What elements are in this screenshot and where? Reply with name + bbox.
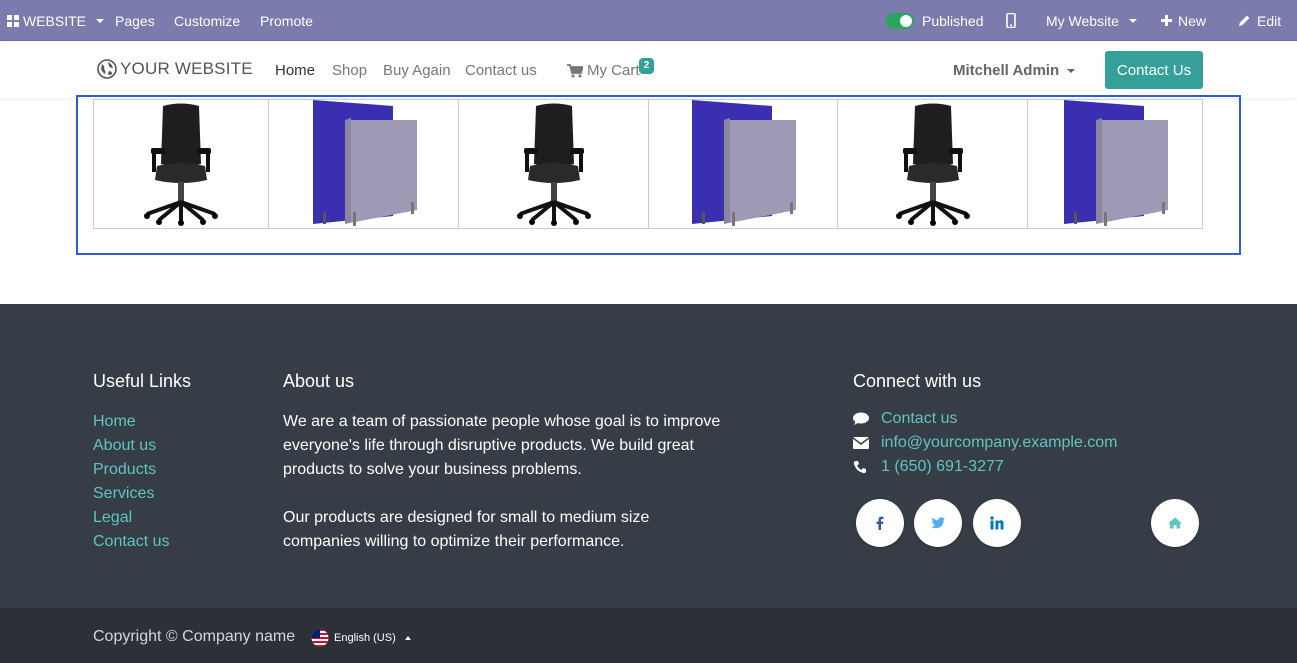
contact-row-email: info@yourcompany.example.com — [853, 434, 1118, 452]
home-button[interactable] — [1151, 499, 1199, 547]
office-chair-image — [516, 103, 591, 226]
phone-icon — [853, 460, 881, 474]
footer-contact-link[interactable]: Contact us — [881, 410, 957, 428]
contact-us-button[interactable]: Contact Us — [1105, 51, 1203, 89]
linkedin-button[interactable] — [973, 499, 1021, 547]
plus-icon — [1161, 15, 1172, 26]
published-label: Published — [922, 12, 984, 29]
published-toggle[interactable]: Published — [886, 0, 984, 41]
footer-link-services[interactable]: Services — [93, 482, 169, 506]
website-selector[interactable]: My Website — [1046, 0, 1137, 41]
globe-icon — [97, 59, 117, 79]
cart-count-badge: 2 — [639, 58, 654, 74]
about-paragraph-2: Our products are designed for small to m… — [283, 509, 650, 550]
website-selector-label: My Website — [1046, 12, 1119, 29]
office-partition-image — [312, 100, 417, 226]
menu-customize[interactable]: Customize — [174, 0, 240, 41]
footer-email-link[interactable]: info@yourcompany.example.com — [881, 434, 1118, 452]
facebook-button[interactable] — [856, 499, 904, 547]
admin-bar: WEBSITE Pages Customize Promote Publishe… — [0, 0, 1297, 41]
linkedin-icon — [990, 516, 1004, 530]
site-logo[interactable]: YOUR WEBSITE — [97, 59, 253, 79]
footer-link-products[interactable]: Products — [93, 458, 169, 482]
useful-links-title: Useful Links — [93, 371, 192, 391]
office-chair-image — [895, 103, 970, 226]
chevron-down-icon — [1128, 18, 1137, 23]
us-flag-icon — [311, 629, 329, 647]
language-label: English (US) — [334, 632, 396, 644]
office-chair-image — [144, 103, 218, 226]
product-card[interactable] — [1028, 100, 1202, 228]
comment-icon — [853, 412, 881, 426]
cart-icon — [567, 63, 583, 77]
logo-text: YOUR WEBSITE — [120, 59, 253, 78]
footer-link-legal[interactable]: Legal — [93, 506, 169, 530]
footer-link-contact-us[interactable]: Contact us — [93, 530, 169, 554]
cart-label: My Cart — [587, 62, 640, 79]
contact-row-contact: Contact us — [853, 410, 957, 428]
menu-promote[interactable]: Promote — [260, 0, 313, 41]
menu-pages[interactable]: Pages — [115, 0, 155, 41]
mobile-icon — [1006, 13, 1016, 28]
new-button[interactable]: New — [1161, 0, 1206, 41]
site-header: YOUR WEBSITE Home Shop Buy Again Contact… — [0, 42, 1297, 98]
envelope-icon — [853, 437, 881, 449]
nav-shop[interactable]: Shop — [332, 62, 367, 79]
copyright-bar: Copyright © Company name English (US) — [0, 608, 1297, 663]
nav-home[interactable]: Home — [275, 62, 315, 79]
office-partition-image — [692, 100, 796, 226]
edit-button[interactable]: Edit — [1238, 0, 1281, 41]
nav-my-cart[interactable]: My Cart — [567, 62, 640, 79]
twitter-button[interactable] — [914, 499, 962, 547]
products-carousel — [93, 99, 1203, 229]
about-us-text: We are a team of passionate people whose… — [283, 410, 733, 554]
twitter-icon — [931, 517, 945, 529]
contact-row-phone: 1 (650) 691-3277 — [853, 458, 1004, 476]
about-paragraph-1: We are a team of passionate people whose… — [283, 413, 721, 478]
chevron-down-icon — [96, 18, 105, 23]
facebook-icon — [876, 516, 884, 530]
footer-phone-link[interactable]: 1 (650) 691-3277 — [881, 458, 1004, 476]
chevron-up-icon — [404, 636, 411, 640]
nav-contact-us[interactable]: Contact us — [465, 62, 537, 79]
toggle-switch[interactable] — [886, 12, 914, 29]
mobile-preview-button[interactable] — [1006, 0, 1016, 41]
about-us-title: About us — [283, 371, 355, 391]
footer-link-home[interactable]: Home — [93, 410, 169, 434]
nav-buy-again[interactable]: Buy Again — [383, 62, 451, 79]
home-icon — [1168, 517, 1182, 529]
edit-button-label: Edit — [1257, 12, 1282, 29]
product-card[interactable] — [269, 100, 459, 228]
footer: Useful Links Home About us Products Serv… — [0, 304, 1297, 608]
user-menu[interactable]: Mitchell Admin — [953, 62, 1076, 79]
language-selector[interactable]: English (US) — [311, 629, 411, 647]
user-name: Mitchell Admin — [953, 62, 1060, 79]
new-button-label: New — [1178, 12, 1207, 29]
product-card[interactable] — [649, 100, 838, 228]
product-card[interactable] — [459, 100, 649, 228]
menu-pages-label: Pages — [115, 12, 155, 29]
apps-grid-icon — [7, 14, 19, 27]
product-card[interactable] — [838, 100, 1028, 228]
useful-links-list: Home About us Products Services Legal Co… — [93, 410, 169, 554]
office-partition-image — [1064, 100, 1168, 226]
product-card[interactable] — [94, 100, 269, 228]
connect-title: Connect with us — [853, 371, 982, 391]
pencil-icon — [1239, 15, 1250, 26]
menu-customize-label: Customize — [174, 12, 241, 29]
website-app-menu-label: WEBSITE — [23, 12, 87, 29]
copyright-text: Copyright © Company name — [93, 628, 296, 645]
chevron-down-icon — [1067, 68, 1076, 73]
footer-link-about-us[interactable]: About us — [93, 434, 169, 458]
menu-promote-label: Promote — [260, 12, 313, 29]
website-app-menu[interactable]: WEBSITE — [7, 0, 105, 41]
